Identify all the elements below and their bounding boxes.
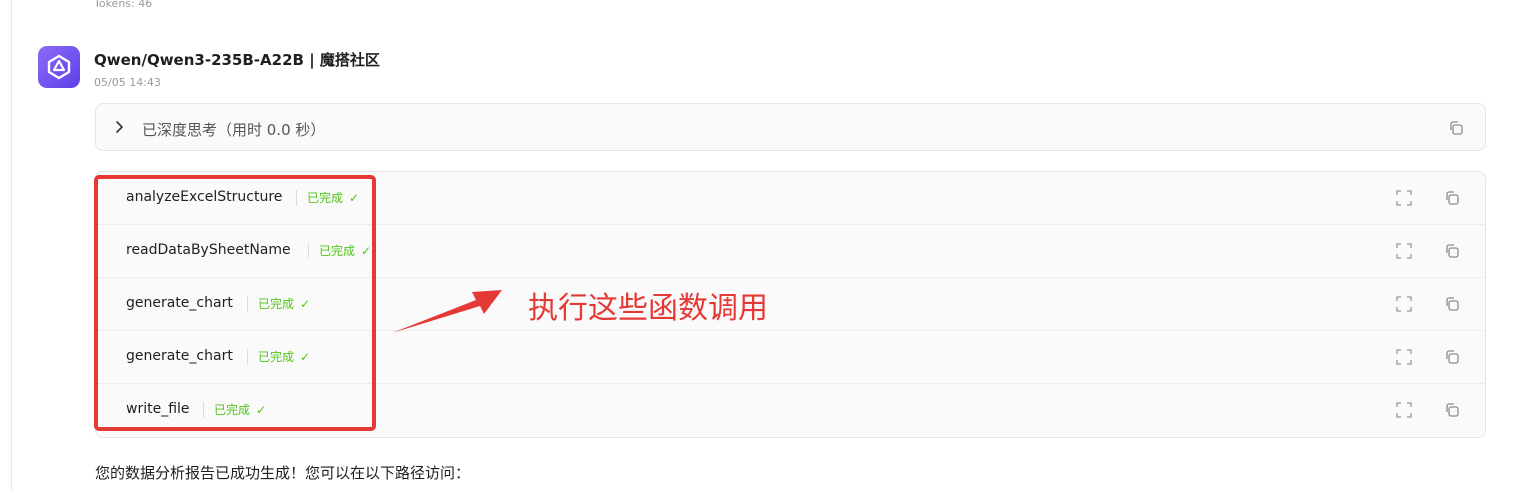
- thinking-panel[interactable]: 已深度思考（用时 0.0 秒）: [95, 103, 1486, 151]
- tool-call-row[interactable]: generate_chart 已完成 ✓: [96, 331, 1485, 384]
- expand-icon[interactable]: [1395, 242, 1413, 260]
- expand-icon[interactable]: [1395, 348, 1413, 366]
- status-label: 已完成: [214, 403, 251, 417]
- title-separator: |: [309, 51, 315, 69]
- tool-call-name: generate_chart: [126, 295, 233, 311]
- copy-icon[interactable]: [1443, 401, 1461, 419]
- tool-call-status: 已完成 ✓: [247, 296, 310, 312]
- status-label: 已完成: [258, 297, 295, 311]
- copy-icon[interactable]: [1443, 348, 1461, 366]
- copy-icon[interactable]: [1447, 119, 1465, 137]
- tool-call-row[interactable]: generate_chart 已完成 ✓: [96, 278, 1485, 331]
- qwen-logo-icon: [47, 54, 71, 80]
- expand-icon[interactable]: [1395, 295, 1413, 313]
- model-avatar: [38, 46, 80, 88]
- tool-call-name: write_file: [126, 401, 190, 417]
- tool-call-status: 已完成 ✓: [247, 349, 310, 365]
- message-timestamp: 05/05 14:43: [94, 76, 161, 89]
- tool-call-status: 已完成 ✓: [308, 243, 371, 259]
- tool-call-row[interactable]: write_file 已完成 ✓: [96, 384, 1485, 437]
- tool-calls-panel: analyzeExcelStructure 已完成 ✓ readDataByShe…: [95, 171, 1486, 438]
- sidebar-divider: [11, 0, 12, 490]
- tool-call-name: analyzeExcelStructure: [126, 189, 283, 205]
- copy-icon[interactable]: [1443, 189, 1461, 207]
- status-label: 已完成: [319, 244, 356, 258]
- model-name: Qwen/Qwen3-235B-A22B: [94, 51, 304, 69]
- check-icon: ✓: [361, 244, 372, 258]
- tool-call-status: 已完成 ✓: [203, 402, 266, 418]
- tool-call-row[interactable]: analyzeExcelStructure 已完成 ✓: [96, 172, 1485, 225]
- model-title: Qwen/Qwen3-235B-A22B | 魔搭社区: [94, 49, 380, 70]
- tool-call-name: readDataBySheetName: [126, 242, 291, 258]
- tool-call-status: 已完成 ✓: [296, 190, 359, 206]
- check-icon: ✓: [300, 350, 311, 364]
- copy-icon[interactable]: [1443, 242, 1461, 260]
- check-icon: ✓: [300, 297, 311, 311]
- status-label: 已完成: [307, 191, 344, 205]
- tokens-count: Tokens: 46: [94, 0, 153, 10]
- copy-icon[interactable]: [1443, 295, 1461, 313]
- thinking-label: 已深度思考（用时 0.0 秒）: [142, 121, 326, 139]
- check-icon: ✓: [256, 403, 267, 417]
- response-summary: 您的数据分析报告已成功生成！您可以在以下路径访问：: [95, 464, 471, 482]
- chevron-right-icon[interactable]: [112, 119, 128, 135]
- tool-call-name: generate_chart: [126, 348, 233, 364]
- expand-icon[interactable]: [1395, 189, 1413, 207]
- tool-call-row[interactable]: readDataBySheetName 已完成 ✓: [96, 225, 1485, 278]
- chat-page: Tokens: 46 Qwen/Qwen3-235B-A22B | 魔搭社区 0…: [0, 0, 1519, 490]
- status-label: 已完成: [258, 350, 295, 364]
- check-icon: ✓: [349, 191, 360, 205]
- annotation-label: 执行这些函数调用: [528, 291, 768, 326]
- provider-name: 魔搭社区: [319, 51, 380, 69]
- expand-icon[interactable]: [1395, 401, 1413, 419]
